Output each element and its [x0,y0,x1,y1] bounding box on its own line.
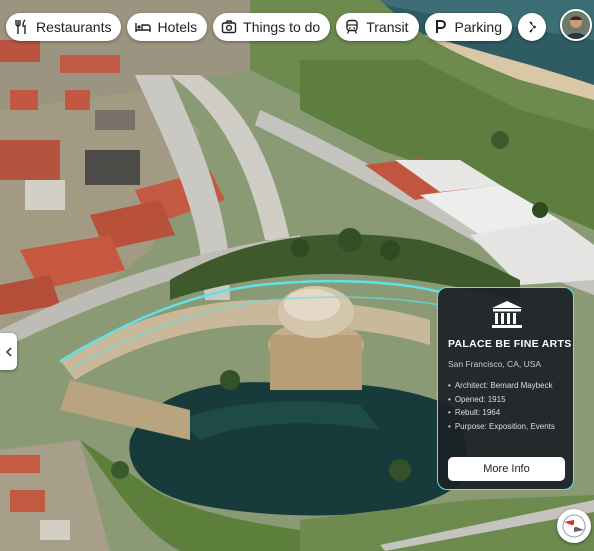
parking-chip[interactable]: Parking [424,13,512,41]
hotels-chip[interactable]: Hotels [127,13,208,41]
parking-icon [435,20,446,33]
fact-purpose: Purpose: Exposition, Events [448,420,555,434]
museum-icon [492,301,522,328]
hotels-chip-label: Hotels [157,19,198,35]
transit-chip[interactable]: Transit [336,13,419,41]
fact-architect: Architect: Bemard Maybeck [448,379,555,393]
fork-knife-icon [15,19,26,34]
camera-icon [221,20,237,34]
avatar[interactable] [560,9,592,41]
bed-icon [135,23,152,32]
more-info-button[interactable]: More Info [448,457,565,481]
things-to-do-chip[interactable]: Things to do [213,13,331,41]
place-location: San Francisco, CA, USA [448,359,542,369]
train-icon [346,19,358,34]
transit-chip-label: Transit [366,19,409,35]
place-info-card: PALACE BE FINE ARTS San Francisco, CA, U… [437,287,574,490]
fact-rebuilt: Rebult: 1964 [448,406,555,420]
compass-icon [562,514,586,538]
side-panel-toggle[interactable] [0,333,17,370]
fact-opened: Opened: 1915 [448,393,555,407]
restaurants-chip[interactable]: Restaurants [6,13,122,41]
apps-grid-icon[interactable] [524,14,544,34]
chevron-left-icon [5,346,12,357]
category-chips: Restaurants Hotels Things to do Transit … [6,13,546,41]
place-title: PALACE BE FINE ARTS [448,338,572,350]
restaurants-chip-label: Restaurants [36,19,112,35]
parking-chip-label: Parking [454,19,502,35]
place-facts-list: Architect: Bemard Maybeck Opened: 1915 R… [448,379,555,433]
compass-button[interactable] [557,509,591,543]
things-to-do-chip-label: Things to do [243,19,321,35]
